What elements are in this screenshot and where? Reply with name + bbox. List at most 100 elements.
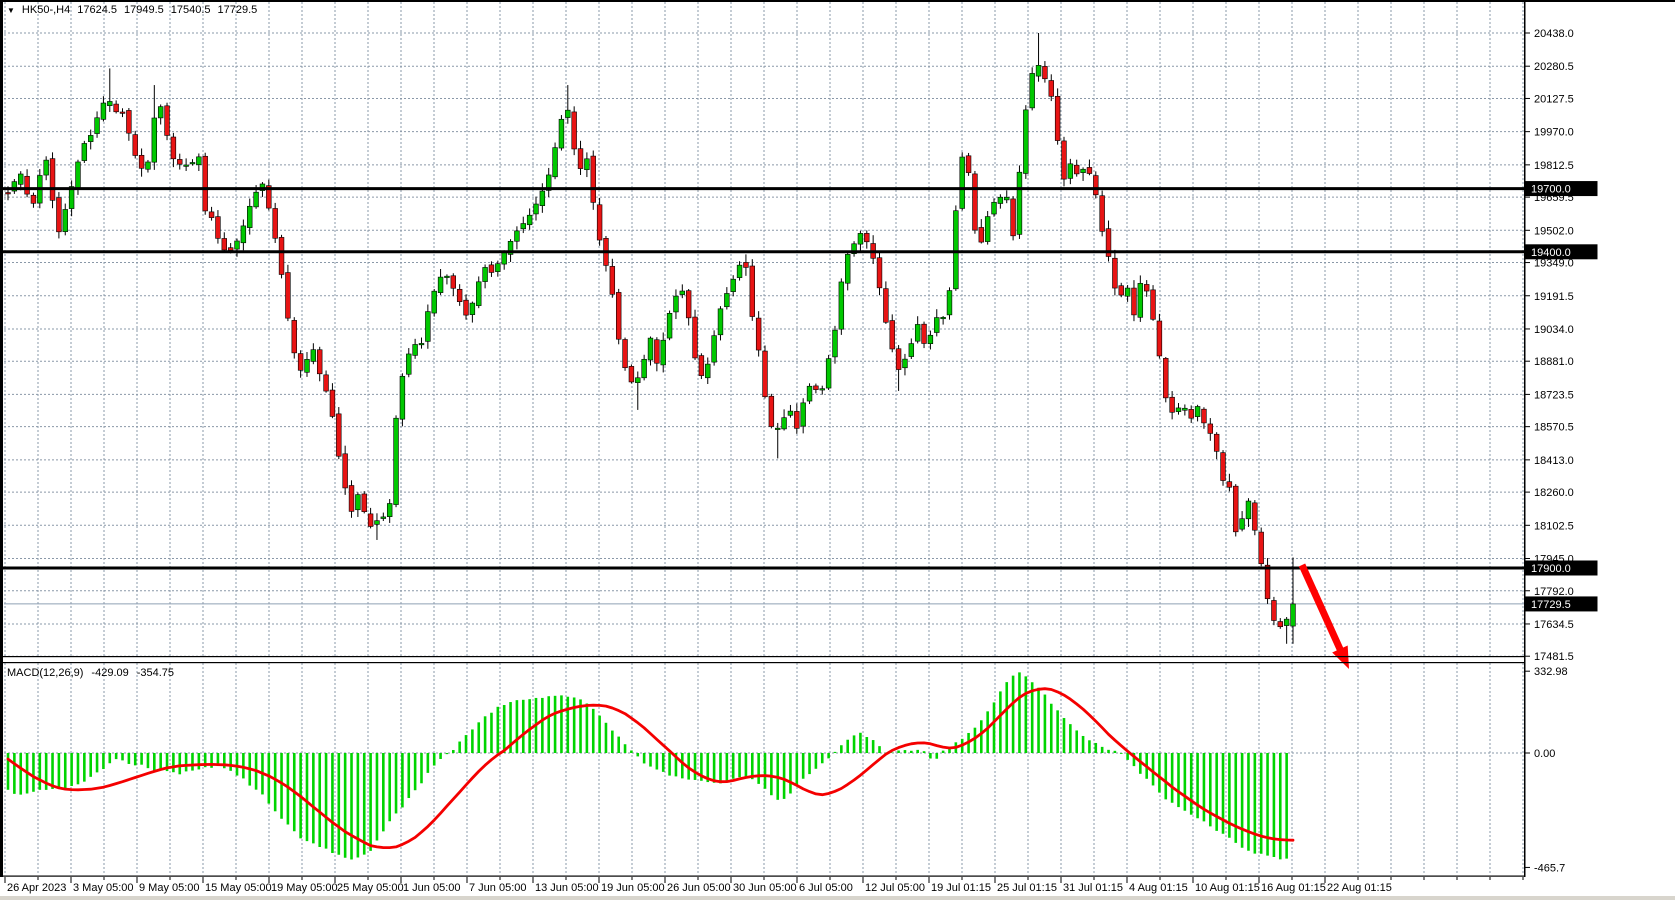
- candle-bull: [712, 336, 717, 362]
- candle-bear: [6, 193, 11, 194]
- candle-bear: [813, 386, 818, 390]
- candle-bull: [76, 162, 81, 189]
- candle-bull: [782, 418, 787, 429]
- candle-bull: [553, 148, 558, 177]
- price-tag-label: 17729.5: [1531, 599, 1571, 611]
- candle-bull: [241, 226, 246, 243]
- candle-bear: [120, 112, 125, 113]
- time-axis-label: 9 May 05:00: [139, 882, 200, 894]
- candle-bull: [1036, 65, 1041, 76]
- candle-bull: [737, 265, 742, 277]
- collapse-chevron-icon[interactable]: ▼: [7, 4, 15, 17]
- candle-bull: [107, 101, 112, 105]
- candle-bear: [1163, 358, 1168, 398]
- price-axis-label: 18102.5: [1534, 520, 1574, 532]
- candle-bull: [642, 359, 647, 378]
- candle-bear: [349, 486, 354, 512]
- candle-bear: [896, 349, 901, 370]
- price-axis-label: 18260.0: [1534, 487, 1574, 499]
- candle-bear: [1049, 81, 1054, 97]
- candle-bear: [883, 289, 888, 323]
- candle-bull: [953, 211, 958, 289]
- price-axis-label: 20438.0: [1534, 28, 1574, 40]
- time-axis-label: 25 Jul 01:15: [997, 882, 1057, 894]
- candle-bear: [298, 354, 303, 371]
- candle-bull: [992, 202, 997, 214]
- price-axis-label: 18413.0: [1534, 455, 1574, 467]
- candle-bear: [1221, 453, 1226, 481]
- candle-bear: [343, 454, 348, 488]
- candle-bull: [305, 359, 310, 372]
- candle-bear: [623, 339, 628, 367]
- candle-bear: [457, 289, 462, 301]
- candle-bull: [247, 206, 252, 227]
- candle-bull: [1291, 604, 1296, 626]
- candle-bear: [1208, 424, 1213, 433]
- candle-bull: [775, 428, 780, 429]
- candle-bear: [1233, 486, 1238, 532]
- candle-bull: [947, 291, 952, 315]
- candle-bull: [909, 344, 914, 357]
- symbol-name: HK50-,H4: [22, 4, 70, 17]
- candle-bear: [451, 276, 456, 288]
- price-axis-label: 17792.0: [1534, 586, 1574, 598]
- price-axis-label: 18881.0: [1534, 356, 1574, 368]
- candle-bear: [273, 208, 278, 238]
- candle-bear: [654, 340, 659, 364]
- candle-bear: [966, 156, 971, 173]
- candle-bull: [985, 217, 990, 242]
- candle-bull: [1081, 169, 1086, 172]
- candle-bear: [1170, 397, 1175, 412]
- candle-bull: [515, 231, 520, 241]
- candle-bear: [693, 317, 698, 358]
- candle-bear: [1112, 258, 1117, 288]
- time-axis-label: 26 Jun 05:00: [667, 882, 731, 894]
- candle-bull: [355, 495, 360, 510]
- time-axis-label: 7 Jun 05:00: [469, 882, 527, 894]
- candle-bear: [50, 159, 55, 201]
- candle-bear: [165, 106, 170, 136]
- candlestick-chart-canvas[interactable]: 20438.020280.520127.519970.019812.519659…: [0, 0, 1675, 900]
- candle-bull: [152, 118, 157, 162]
- candle-bear: [216, 217, 221, 239]
- symbol-info-bar: ▼ HK50-,H4 17624.5 17949.5 17540.5 17729…: [7, 4, 257, 17]
- candle-bear: [362, 494, 367, 512]
- candle-bull: [502, 253, 507, 265]
- candle-bull: [667, 313, 672, 338]
- candle-bull: [381, 517, 386, 519]
- candle-bull: [661, 340, 666, 365]
- time-axis-label: 22 Aug 01:15: [1327, 882, 1392, 894]
- candle-bear: [1227, 482, 1232, 488]
- price-tag-label: 19700.0: [1531, 184, 1571, 196]
- candle-bear: [794, 411, 799, 428]
- macd-indicator-label: MACD(12,26,9) -429.09 -354.75: [7, 667, 174, 680]
- candle-bear: [1074, 165, 1079, 174]
- candle-bear: [489, 265, 494, 273]
- candle-bear: [769, 396, 774, 426]
- price-axis-label: 17634.5: [1534, 619, 1574, 631]
- candle-bear: [578, 149, 583, 169]
- candle-bear: [890, 321, 895, 349]
- time-axis-label: 13 Jun 05:00: [535, 882, 599, 894]
- candle-bear: [864, 233, 869, 241]
- ohlc-low: 17540.5: [171, 4, 211, 17]
- candle-bull: [724, 293, 729, 306]
- time-axis-label: 12 Jul 05:00: [865, 882, 925, 894]
- candle-bear: [1119, 286, 1124, 295]
- candle-bear: [1062, 141, 1067, 179]
- macd-axis-label: 332.98: [1534, 666, 1568, 678]
- candle-bear: [597, 205, 602, 240]
- candle-bull: [718, 309, 723, 335]
- candle-bear: [1272, 600, 1277, 620]
- candle-bear: [228, 248, 233, 251]
- candle-bull: [1284, 619, 1289, 625]
- time-axis-label: 3 May 05:00: [73, 882, 134, 894]
- candle-bull: [1138, 283, 1143, 317]
- candle-bull: [903, 359, 908, 368]
- ohlc-open: 17624.5: [77, 4, 117, 17]
- time-axis-label: 19 May 05:00: [271, 882, 338, 894]
- candle-bull: [833, 330, 838, 357]
- candle-bear: [1144, 284, 1149, 291]
- candle-bull: [254, 192, 259, 207]
- candle-bear: [222, 238, 227, 250]
